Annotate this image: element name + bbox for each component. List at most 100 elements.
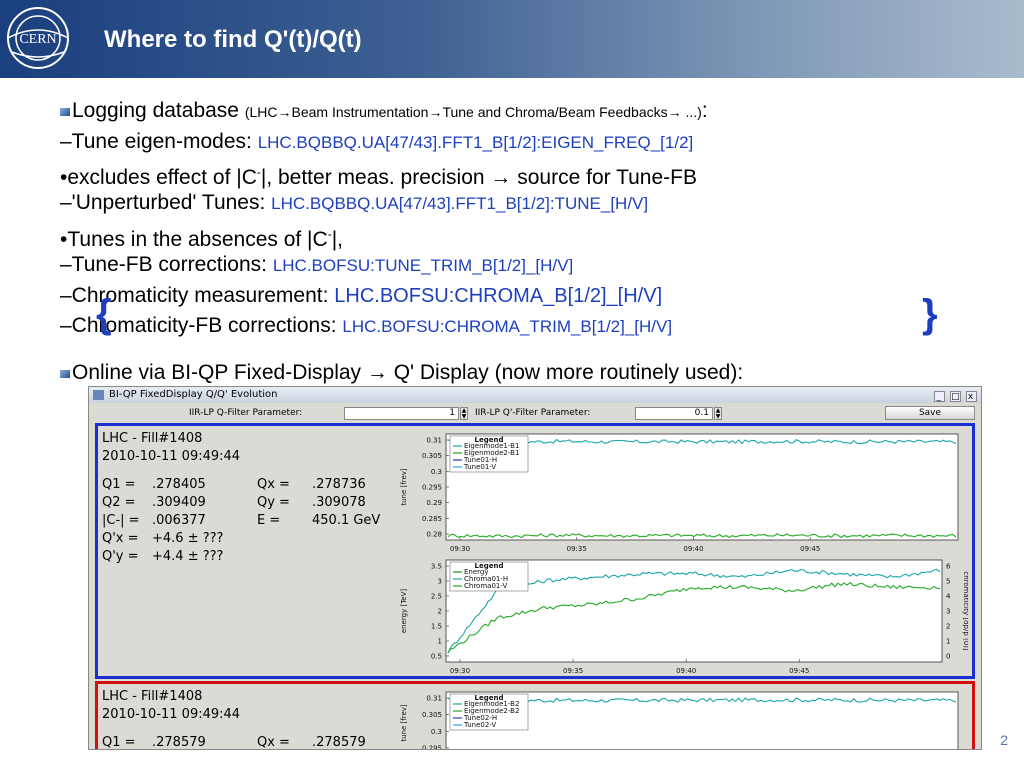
close-button[interactable]: x [966, 391, 977, 402]
y-axis-label: energy [TeV] [400, 589, 408, 634]
slide-title: Where to find Q'(t)/Q(t) [104, 26, 362, 53]
y2-tick-label: 0 [946, 653, 950, 661]
svg-text:CERN: CERN [19, 32, 56, 47]
fixed-display-window: BI-QP FixedDisplay Q/Q' Evolution _ □ x … [88, 386, 982, 750]
bullet-logging-db: Logging database (LHC→Beam Instrumentati… [60, 98, 708, 125]
chroma-x-value: +4.6 ± ??? [152, 531, 224, 546]
q-filter-label: IIR-LP Q-Filter Parameter: [189, 408, 303, 418]
chroma-y-label: Q'y = [102, 549, 139, 564]
q1-value: .278579 [152, 735, 206, 750]
qp-filter-input[interactable]: 0.1 [635, 407, 713, 420]
bullet-icon [60, 370, 70, 378]
coupling-value: .006377 [152, 513, 206, 528]
bullet-colon: : [701, 99, 708, 122]
y2-tick-label: 1 [946, 638, 950, 646]
y2-tick-label: 4 [946, 593, 951, 601]
y-tick-label: 1 [438, 638, 442, 646]
minimize-button[interactable]: _ [934, 391, 946, 402]
y2-tick-label: 3 [946, 608, 950, 616]
y-tick-label: 0.5 [431, 653, 442, 661]
q1-value: .278405 [152, 477, 206, 492]
tune-chart-b2: tune [frev]0.310.3050.30.295LegendEigenm… [400, 691, 959, 751]
beam1-panel: LHC - Fill#1408 2010-10-11 09:49:44 Q1 =… [95, 423, 975, 679]
app-icon [93, 390, 104, 400]
fill-label: LHC - Fill#1408 [102, 689, 203, 704]
x-tick-label: 09:35 [567, 545, 587, 553]
q-filter-spinner[interactable]: ▲ ▼ [460, 407, 468, 420]
y-axis-label: tune [frev] [400, 704, 408, 742]
bullet-online-display: Online via BI-QP Fixed-Display → Q' Disp… [60, 360, 743, 386]
y-tick-label: 2 [438, 608, 442, 616]
y-axis-label: tune [frev] [400, 468, 408, 506]
left-brace-icon: { [96, 292, 112, 336]
qp-filter-spinner[interactable]: ▲ ▼ [714, 407, 722, 420]
legend-entry: Tune02-V [463, 721, 496, 729]
x-tick-label: 09:35 [563, 667, 583, 675]
bullet-tunes-absence: •Tunes in the absences of |C-|, [60, 221, 343, 253]
qy-label: Qy = [257, 495, 290, 510]
bullet-icon [60, 108, 70, 116]
chroma-y-value: +4.4 ± ??? [152, 549, 224, 564]
timestamp: 2010-10-11 09:49:44 [102, 449, 241, 464]
maximize-button[interactable]: □ [950, 391, 962, 402]
q2-value: .309409 [152, 495, 206, 510]
y-tick-label: 0.295 [422, 745, 442, 751]
legend-entry: Tune01-V [463, 463, 496, 471]
energy-chroma-chart-b1: energy [TeV] 3.5 3 2.5 2 1.5 1 0.5 6 5 4 3 2 1 0 chroma… [400, 559, 968, 675]
timestamp: 2010-10-11 09:49:44 [102, 707, 241, 722]
bullet-text: •excludes effect of |C [60, 166, 257, 189]
bullet-text: Online via BI-QP Fixed-Display → Q' Disp… [72, 361, 744, 384]
y-tick-label: 0.3 [431, 728, 442, 736]
bullet-excludes: •excludes effect of |C-|, better meas. p… [60, 159, 697, 191]
y-tick-label: 3.5 [431, 563, 442, 571]
y2-tick-label: 2 [946, 623, 950, 631]
bullet-chroma-fb: –Chromaticity-FB corrections: LHC.BOFSU:… [60, 313, 672, 340]
qx-value: .278736 [312, 477, 366, 492]
x-tick-label: 09:45 [789, 667, 809, 675]
q1-label: Q1 = [102, 477, 136, 492]
x-tick-label: 09:30 [450, 667, 470, 675]
bullet-tune-fb: –Tune-FB corrections: LHC.BOFSU:TUNE_TRI… [60, 252, 573, 279]
energy-value: 450.1 GeV [312, 513, 381, 528]
q2-label: Q2 = [102, 495, 136, 510]
slide-number: 2 [1000, 732, 1008, 748]
q-filter-input[interactable]: 1 [344, 407, 459, 420]
slide-header: CERN Where to find Q'(t)/Q(t) [0, 0, 1024, 78]
qy-value: .309078 [312, 495, 366, 510]
bullet-eigen-modes: –Tune eigen-modes: LHC.BQBBQ.UA[47/43].F… [60, 129, 693, 156]
beam2-panel: LHC - Fill#1408 2010-10-11 09:49:44 Q1 =… [95, 681, 975, 751]
y-tick-label: 1.5 [431, 623, 442, 631]
y-tick-label: 0.3 [431, 468, 442, 476]
y-tick-label: 0.28 [426, 531, 442, 539]
qp-filter-label: IIR-LP Q'-Filter Parameter: [475, 408, 591, 418]
window-title: BI-QP FixedDisplay Q/Q' Evolution [109, 389, 278, 400]
y2-tick-label: 6 [946, 563, 951, 571]
variable-name: LHC.BQBBQ.UA[47/43].FFT1_B[1/2]:EIGEN_FR… [257, 133, 694, 152]
bullet-text: |, better meas. precision → source for T… [260, 166, 697, 189]
y-tick-label: 0.31 [426, 437, 442, 445]
y-tick-label: 0.31 [426, 695, 442, 703]
variable-name: LHC.BOFSU:TUNE_TRIM_B[1/2]_[H/V] [272, 256, 574, 275]
y-tick-label: 0.295 [422, 484, 442, 492]
save-button[interactable]: Save [885, 406, 975, 420]
y-tick-label: 3 [438, 578, 442, 586]
bullet-text: –Tune-FB corrections: [60, 253, 273, 276]
chroma-x-label: Q'x = [102, 531, 139, 546]
q1-label: Q1 = [102, 735, 136, 750]
window-titlebar[interactable]: BI-QP FixedDisplay Q/Q' Evolution _ □ x [89, 387, 981, 403]
qx-value: .278579 [312, 735, 366, 750]
bullet-text: Logging database [72, 99, 245, 122]
qx-label: Qx = [257, 477, 290, 492]
x-tick-label: 09:45 [800, 545, 820, 553]
x-tick-label: 09:30 [450, 545, 470, 553]
bullet-text: •Tunes in the absences of |C [60, 228, 328, 251]
bullet-text: –Tune eigen-modes: [60, 130, 258, 153]
filter-toolbar: IIR-LP Q-Filter Parameter: 1 ▲ ▼ IIR-LP Q… [89, 404, 981, 422]
variable-name: LHC.BOFSU:CHROMA_B[1/2]_[H/V] [334, 285, 663, 307]
variable-name: LHC.BQBBQ.UA[47/43].FFT1_B[1/2]:TUNE_[H/… [271, 194, 649, 213]
bullet-unperturbed: –'Unperturbed' Tunes: LHC.BQBBQ.UA[47/43… [60, 190, 648, 217]
energy-label: E = [257, 513, 281, 528]
bullet-text: |, [331, 228, 343, 251]
y-tick-label: 0.305 [422, 452, 442, 460]
coupling-label: |C-| = [102, 513, 140, 528]
